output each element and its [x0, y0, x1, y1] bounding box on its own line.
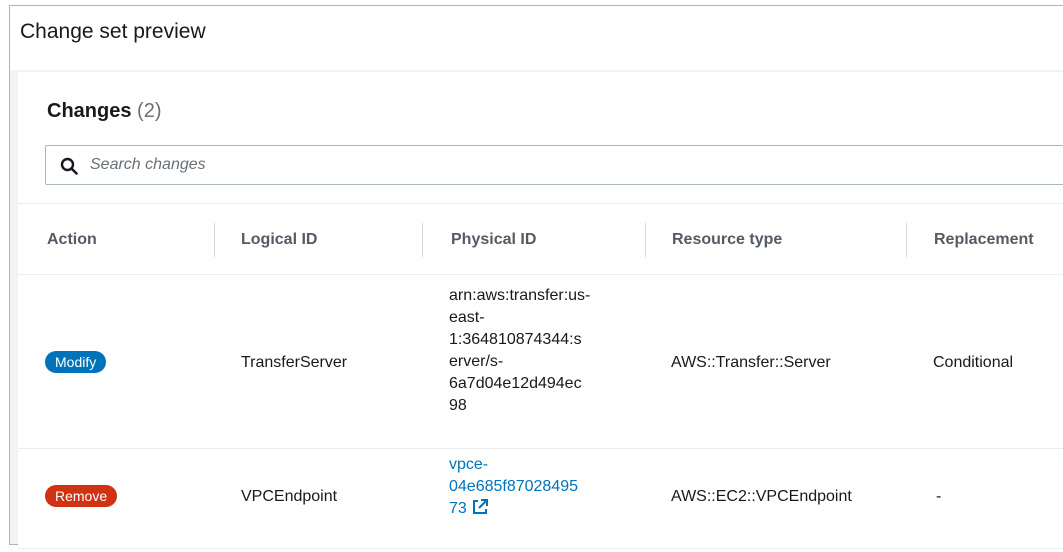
- column-divider[interactable]: [422, 223, 423, 257]
- changes-title: Changes: [47, 100, 132, 122]
- physical-id-line: arn:aws:transfer:us-: [449, 287, 591, 304]
- search-icon: [60, 157, 78, 175]
- column-header-resource-type[interactable]: Resource type: [672, 204, 782, 276]
- physical-id-cell: arn:aws:transfer:us- east- 1:36481087434…: [449, 285, 634, 417]
- change-set-preview-window: Change set preview Changes (2) Action Lo…: [9, 5, 1063, 552]
- logical-id-cell: VPCEndpoint: [241, 488, 338, 505]
- physical-id-line: east-: [449, 309, 485, 326]
- column-header-logical-id[interactable]: Logical ID: [241, 204, 317, 276]
- replacement-cell: Conditional: [933, 354, 1014, 371]
- search-box[interactable]: [45, 145, 1063, 185]
- window-title: Change set preview: [10, 6, 1063, 70]
- table-row: Remove VPCEndpoint vpce- 04e685f87028495…: [18, 449, 1063, 549]
- action-cell: Modify: [45, 351, 107, 373]
- physical-id-line: 1:364810874344:s: [449, 331, 582, 348]
- logical-id-cell: TransferServer: [241, 354, 348, 371]
- column-divider[interactable]: [906, 223, 907, 257]
- external-link-icon[interactable]: [472, 499, 488, 515]
- physical-id-line-last[interactable]: 73: [449, 498, 634, 520]
- physical-id-line: 98: [449, 397, 467, 414]
- physical-id-link[interactable]: vpce- 04e685f87028495 73: [449, 454, 634, 520]
- changes-heading: Changes (2): [47, 100, 161, 123]
- action-cell: Remove: [45, 485, 118, 507]
- changes-count: (2): [137, 100, 162, 122]
- physical-id-line: erver/s-: [449, 353, 504, 370]
- physical-id-line[interactable]: 04e685f87028495: [449, 476, 634, 498]
- remove-badge: Remove: [45, 485, 118, 507]
- physical-id-line[interactable]: 73: [449, 500, 467, 517]
- column-divider[interactable]: [214, 223, 215, 257]
- table-row: Modify TransferServer arn:aws:transfer:u…: [18, 275, 1063, 449]
- column-header-action[interactable]: Action: [47, 204, 97, 276]
- replacement-cell: -: [936, 488, 942, 505]
- resource-type-cell: AWS::EC2::VPCEndpoint: [671, 488, 852, 505]
- column-header-replacement[interactable]: Replacement: [934, 204, 1034, 276]
- physical-id-line[interactable]: vpce-: [449, 454, 634, 476]
- physical-id-line: 6a7d04e12d494ec: [449, 375, 582, 392]
- modify-badge: Modify: [45, 351, 107, 373]
- column-divider[interactable]: [645, 223, 646, 257]
- search-input[interactable]: [90, 146, 990, 184]
- changes-panel: Changes (2) Action Logical ID Physical I…: [18, 72, 1063, 552]
- resource-type-cell: AWS::Transfer::Server: [671, 354, 831, 371]
- table-header: Action Logical ID Physical ID Resource t…: [18, 203, 1063, 275]
- column-header-physical-id[interactable]: Physical ID: [451, 204, 536, 276]
